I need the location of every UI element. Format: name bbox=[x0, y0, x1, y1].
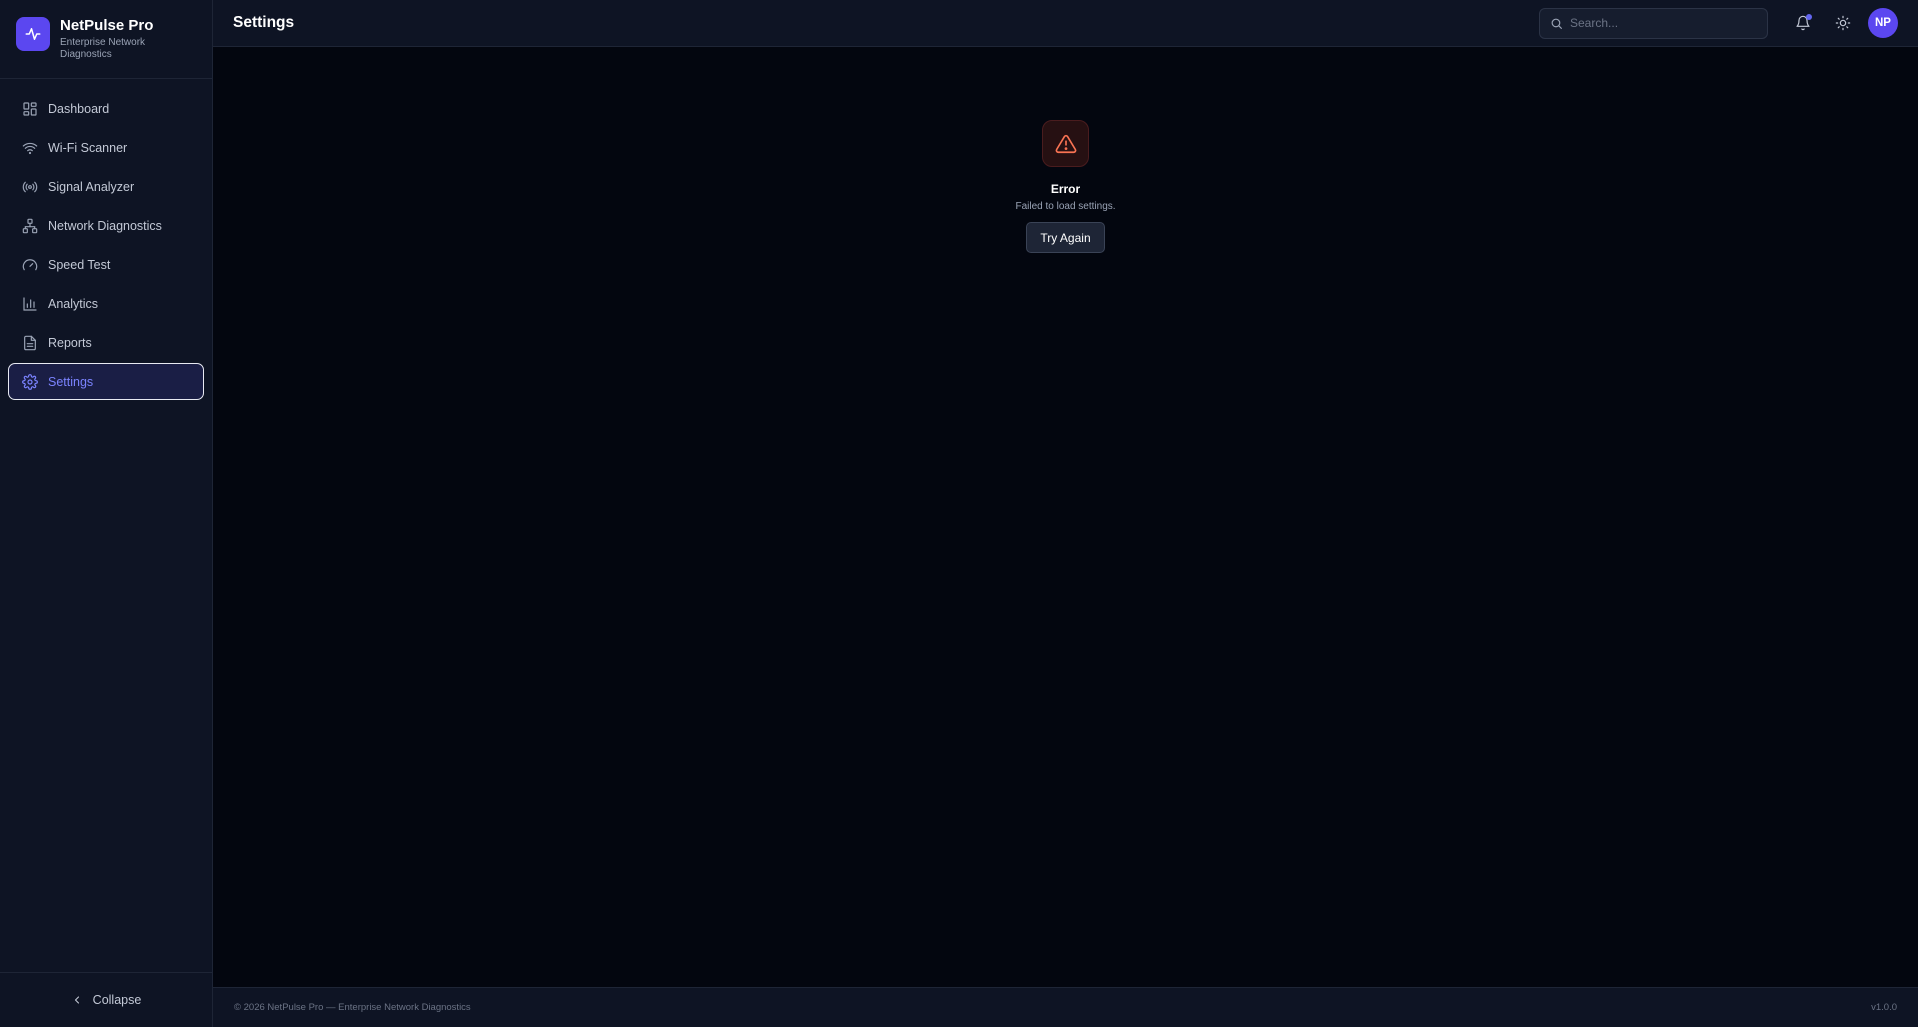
gauge-icon bbox=[22, 257, 38, 273]
warning-icon-container bbox=[1042, 120, 1089, 167]
sidebar-item-label: Dashboard bbox=[48, 101, 110, 116]
sidebar-item-reports[interactable]: Reports bbox=[8, 324, 204, 361]
sidebar-item-label: Wi-Fi Scanner bbox=[48, 140, 128, 155]
sidebar-item-dashboard[interactable]: Dashboard bbox=[8, 90, 204, 127]
collapse-label: Collapse bbox=[92, 993, 142, 1007]
sidebar-item-label: Analytics bbox=[48, 296, 99, 311]
main-area: Settings NP Error Failed bbox=[213, 0, 1918, 1027]
footer-copyright: © 2026 NetPulse Pro — Enterprise Network… bbox=[234, 1002, 471, 1013]
sidebar-item-wifi-scanner[interactable]: Wi-Fi Scanner bbox=[8, 129, 204, 166]
sidebar-item-label: Settings bbox=[48, 374, 94, 389]
signal-icon bbox=[22, 179, 38, 195]
error-message: Failed to load settings. bbox=[1015, 201, 1116, 212]
chevron-left-icon bbox=[71, 994, 83, 1006]
sidebar-item-settings[interactable]: Settings bbox=[8, 363, 204, 400]
footer: © 2026 NetPulse Pro — Enterprise Network… bbox=[213, 987, 1918, 1027]
sidebar-item-analytics[interactable]: Analytics bbox=[8, 285, 204, 322]
sun-icon bbox=[1835, 15, 1851, 31]
version-label: v1.0.0 bbox=[1871, 1002, 1897, 1013]
try-again-button[interactable]: Try Again bbox=[1026, 222, 1105, 253]
search-box[interactable] bbox=[1539, 7, 1768, 39]
avatar[interactable]: NP bbox=[1868, 8, 1898, 38]
topbar: Settings NP bbox=[213, 0, 1918, 47]
document-icon bbox=[22, 335, 38, 351]
sidebar-nav: Dashboard Wi-Fi Scanner Signal Analyzer … bbox=[0, 79, 212, 972]
collapse-button[interactable]: Collapse bbox=[0, 972, 212, 1027]
dashboard-icon bbox=[22, 101, 38, 117]
sidebar-item-label: Reports bbox=[48, 335, 92, 350]
pulse-logo-icon bbox=[16, 17, 50, 51]
sidebar-item-signal-analyzer[interactable]: Signal Analyzer bbox=[8, 168, 204, 205]
theme-toggle-button[interactable] bbox=[1828, 8, 1858, 38]
sidebar-item-label: Network Diagnostics bbox=[48, 218, 162, 233]
network-icon bbox=[22, 218, 38, 234]
search-icon bbox=[1550, 17, 1563, 30]
warning-triangle-icon bbox=[1055, 134, 1076, 153]
notification-dot bbox=[1806, 14, 1812, 20]
notifications-button[interactable] bbox=[1788, 8, 1818, 38]
error-title: Error bbox=[1050, 182, 1081, 196]
page-title: Settings bbox=[233, 14, 295, 31]
sidebar-item-label: Signal Analyzer bbox=[48, 179, 135, 194]
settings-content: Error Failed to load settings. Try Again bbox=[213, 47, 1918, 987]
sidebar-item-label: Speed Test bbox=[48, 257, 111, 272]
search-input[interactable] bbox=[1570, 16, 1750, 30]
sidebar-item-network-diagnostics[interactable]: Network Diagnostics bbox=[8, 207, 204, 244]
brand-subtitle: Enterprise Network Diagnostics bbox=[60, 37, 146, 60]
brand: NetPulse Pro Enterprise Network Diagnost… bbox=[0, 0, 212, 79]
gear-icon bbox=[22, 373, 38, 390]
sidebar: NetPulse Pro Enterprise Network Diagnost… bbox=[0, 0, 213, 1027]
sidebar-item-speed-test[interactable]: Speed Test bbox=[8, 246, 204, 283]
brand-name: NetPulse Pro bbox=[60, 17, 154, 34]
wifi-icon bbox=[22, 140, 38, 156]
bar-chart-icon bbox=[22, 296, 38, 312]
error-state: Error Failed to load settings. Try Again bbox=[213, 120, 1918, 253]
